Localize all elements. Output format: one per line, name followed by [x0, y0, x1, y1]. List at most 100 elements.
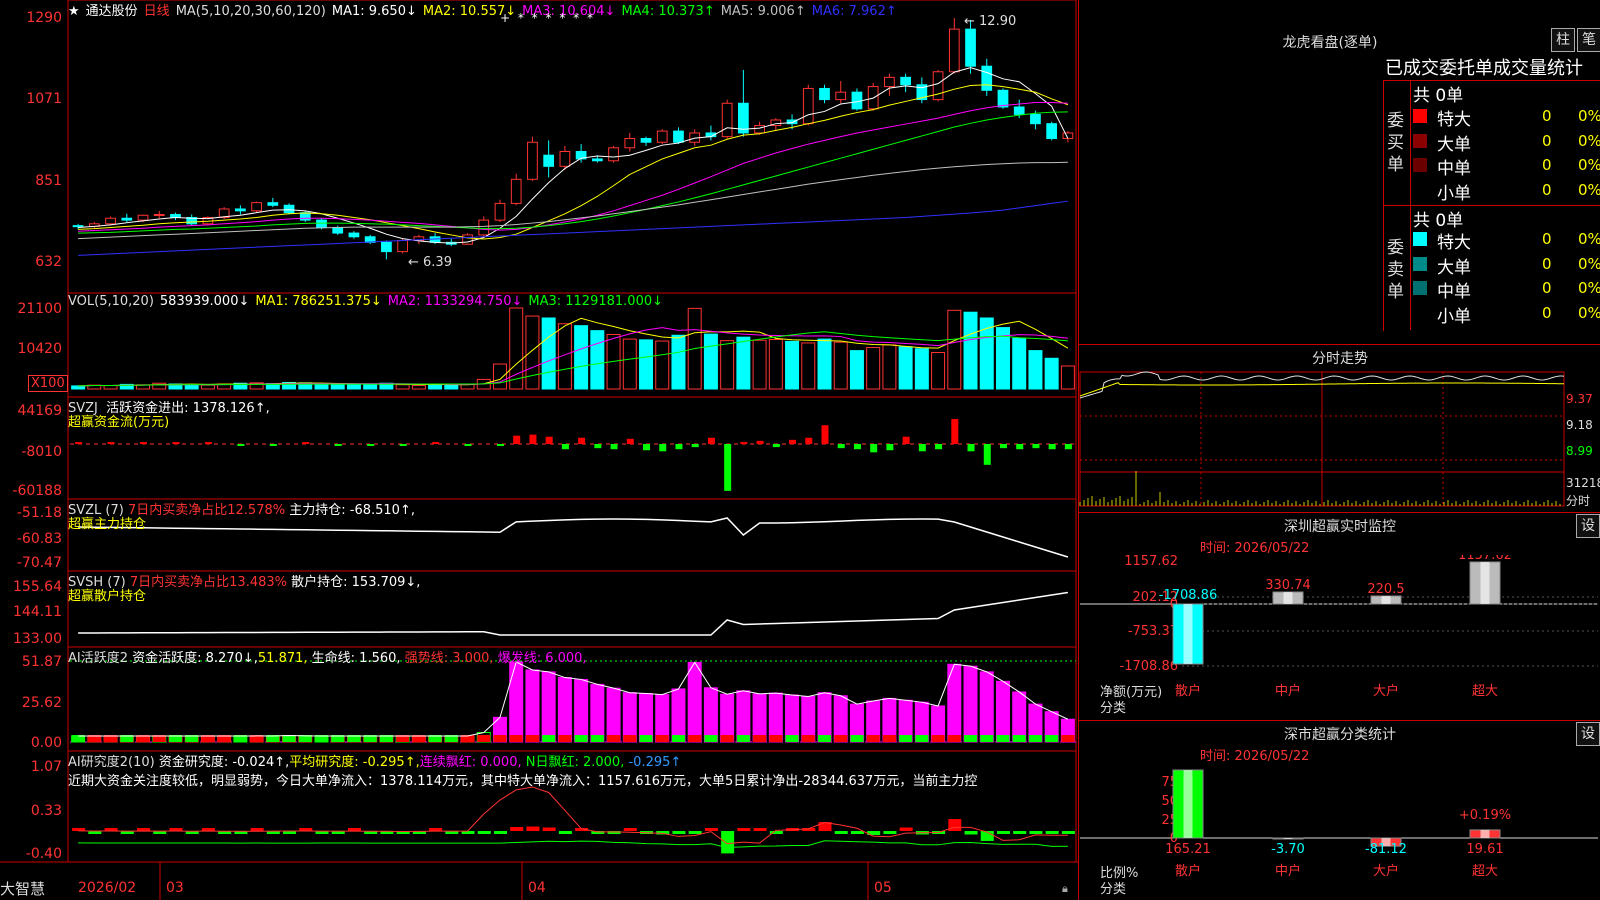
activity-base [882, 735, 896, 742]
order-swatch [1413, 109, 1427, 123]
category-label: 中户 [1275, 863, 1301, 879]
volume-bar [785, 340, 800, 390]
candle [121, 217, 133, 221]
period-label[interactable]: 日线 [144, 4, 170, 19]
ma-readout: MA5: 9.006↑ [720, 4, 806, 19]
vol-unit-button[interactable]: X100 [28, 375, 68, 392]
activity-base [964, 735, 978, 742]
research-bar [1029, 831, 1043, 834]
candle [802, 87, 814, 125]
sz-class-title: 深市超赢分类统计 [1284, 727, 1396, 743]
stock-name[interactable]: 通达股份 [86, 4, 138, 19]
fund-flow-bar [724, 444, 732, 491]
category-label: 超大 [1472, 684, 1498, 699]
volume-bar [947, 309, 962, 390]
volume-bar [671, 334, 686, 390]
activity-base [639, 735, 653, 742]
fenshi-ytick: 8.99 [1566, 444, 1593, 458]
vol-header: VOL(5,10,20) 583939.000↓ MA1: 786251.375↓ M… [68, 294, 675, 309]
fund-flow-bar [935, 444, 943, 450]
fund-flow-bar [1064, 444, 1072, 450]
research-bar [250, 828, 264, 831]
tick-mode-button[interactable]: 笔 [1577, 28, 1600, 52]
order-row-count: 0 [1542, 230, 1552, 248]
monitor-divider [1078, 512, 1600, 513]
vol-ma-readout: MA2: 1133294.750↓ [387, 294, 523, 309]
research-bar [493, 831, 507, 834]
fund-flow-bar [805, 437, 813, 444]
vol-ma-readout: MA1: 786251.375↓ [255, 294, 382, 309]
activity-base [947, 735, 961, 742]
activity-bar [817, 692, 832, 743]
activity-base [477, 735, 491, 742]
volume-bar [736, 336, 751, 390]
activity-bar [687, 661, 702, 743]
low-label: ← 6.39 [408, 255, 452, 270]
activity-base [915, 735, 929, 742]
volume-bar [833, 341, 848, 390]
activity-base [818, 735, 831, 742]
research-bar [948, 819, 962, 831]
order-row-count: 0 [1542, 279, 1552, 297]
fund-flow-bar [707, 437, 715, 444]
candle [72, 225, 84, 228]
research-bar [688, 831, 702, 834]
lhb-title: 龙虎看盘(逐单) [1282, 35, 1378, 51]
activity-base [785, 735, 799, 742]
research-bar [704, 828, 718, 831]
settings-button[interactable]: 设 [1576, 514, 1600, 538]
intraday-chart[interactable] [1078, 370, 1600, 510]
sz-class-chart[interactable]: 7550250165.21散户-3.70中户-81.12大户19.61超大+0.… [1078, 765, 1600, 900]
sub-ytick: 0.00 [30, 735, 62, 751]
candle [884, 76, 895, 88]
activity-base [671, 735, 685, 742]
order-stats-tab[interactable]: 已成交委托单成交量统计 [1385, 54, 1583, 80]
research-bar [526, 826, 540, 831]
candle [721, 102, 733, 138]
settings-button[interactable]: 设 [1576, 722, 1600, 746]
activity-base [525, 735, 539, 742]
activity-bar [736, 690, 751, 743]
brand-logo[interactable]: 大智慧 [0, 878, 45, 899]
research-bar [542, 827, 556, 831]
order-row-name: 大单 [1437, 257, 1471, 278]
fund-flow-bar [1016, 444, 1024, 450]
activity-bar [671, 688, 686, 743]
vol-ma-readout: MA3: 1129181.000↓ [528, 294, 664, 309]
research-bar [1013, 831, 1027, 834]
fund-flow-bar [140, 442, 148, 444]
volume-bar [395, 384, 410, 390]
lock-icon[interactable]: 🔒︎ [1062, 882, 1068, 896]
volume-bar [428, 383, 443, 390]
star-icon[interactable]: ★ [68, 4, 80, 19]
research-line [78, 786, 1068, 845]
order-swatch [1413, 133, 1427, 148]
fund-flow-bar [740, 441, 748, 444]
panel-ytick: 1157.62 [1124, 555, 1178, 569]
main-ytick: 632 [35, 254, 62, 270]
category-bar-shine [1480, 829, 1490, 838]
category-bar-shine [1283, 838, 1293, 839]
activity-base [866, 735, 880, 742]
volume-bar [817, 338, 832, 390]
sub-ytick: 133.00 [13, 631, 62, 647]
candle [543, 154, 555, 167]
order-row-count: 0 [1542, 131, 1552, 150]
ai1-header: AI活跃度2 资金活跃度: 8.270↓,51.871, 生命线: 1.560,… [68, 651, 587, 666]
category-bar-label: 330.74 [1265, 578, 1311, 593]
bar-mode-button[interactable]: 柱 [1551, 28, 1575, 52]
activity-bar [655, 694, 670, 743]
order-row-name: 大单 [1437, 134, 1471, 155]
sub-ytick: 1.07 [30, 759, 62, 775]
activity-bar [1012, 691, 1027, 743]
candle [1030, 113, 1041, 125]
volume-bar [931, 352, 946, 390]
volume-bar [1060, 365, 1075, 390]
fund-flow-bar [918, 444, 926, 452]
research-bar [721, 831, 735, 854]
svzj-subtitle: 超赢资金流(万元) [68, 415, 170, 430]
activity-bar [785, 694, 800, 743]
activity-bars [71, 661, 1075, 743]
research-bar [964, 831, 978, 835]
order-row-name: 中单 [1437, 282, 1471, 302]
